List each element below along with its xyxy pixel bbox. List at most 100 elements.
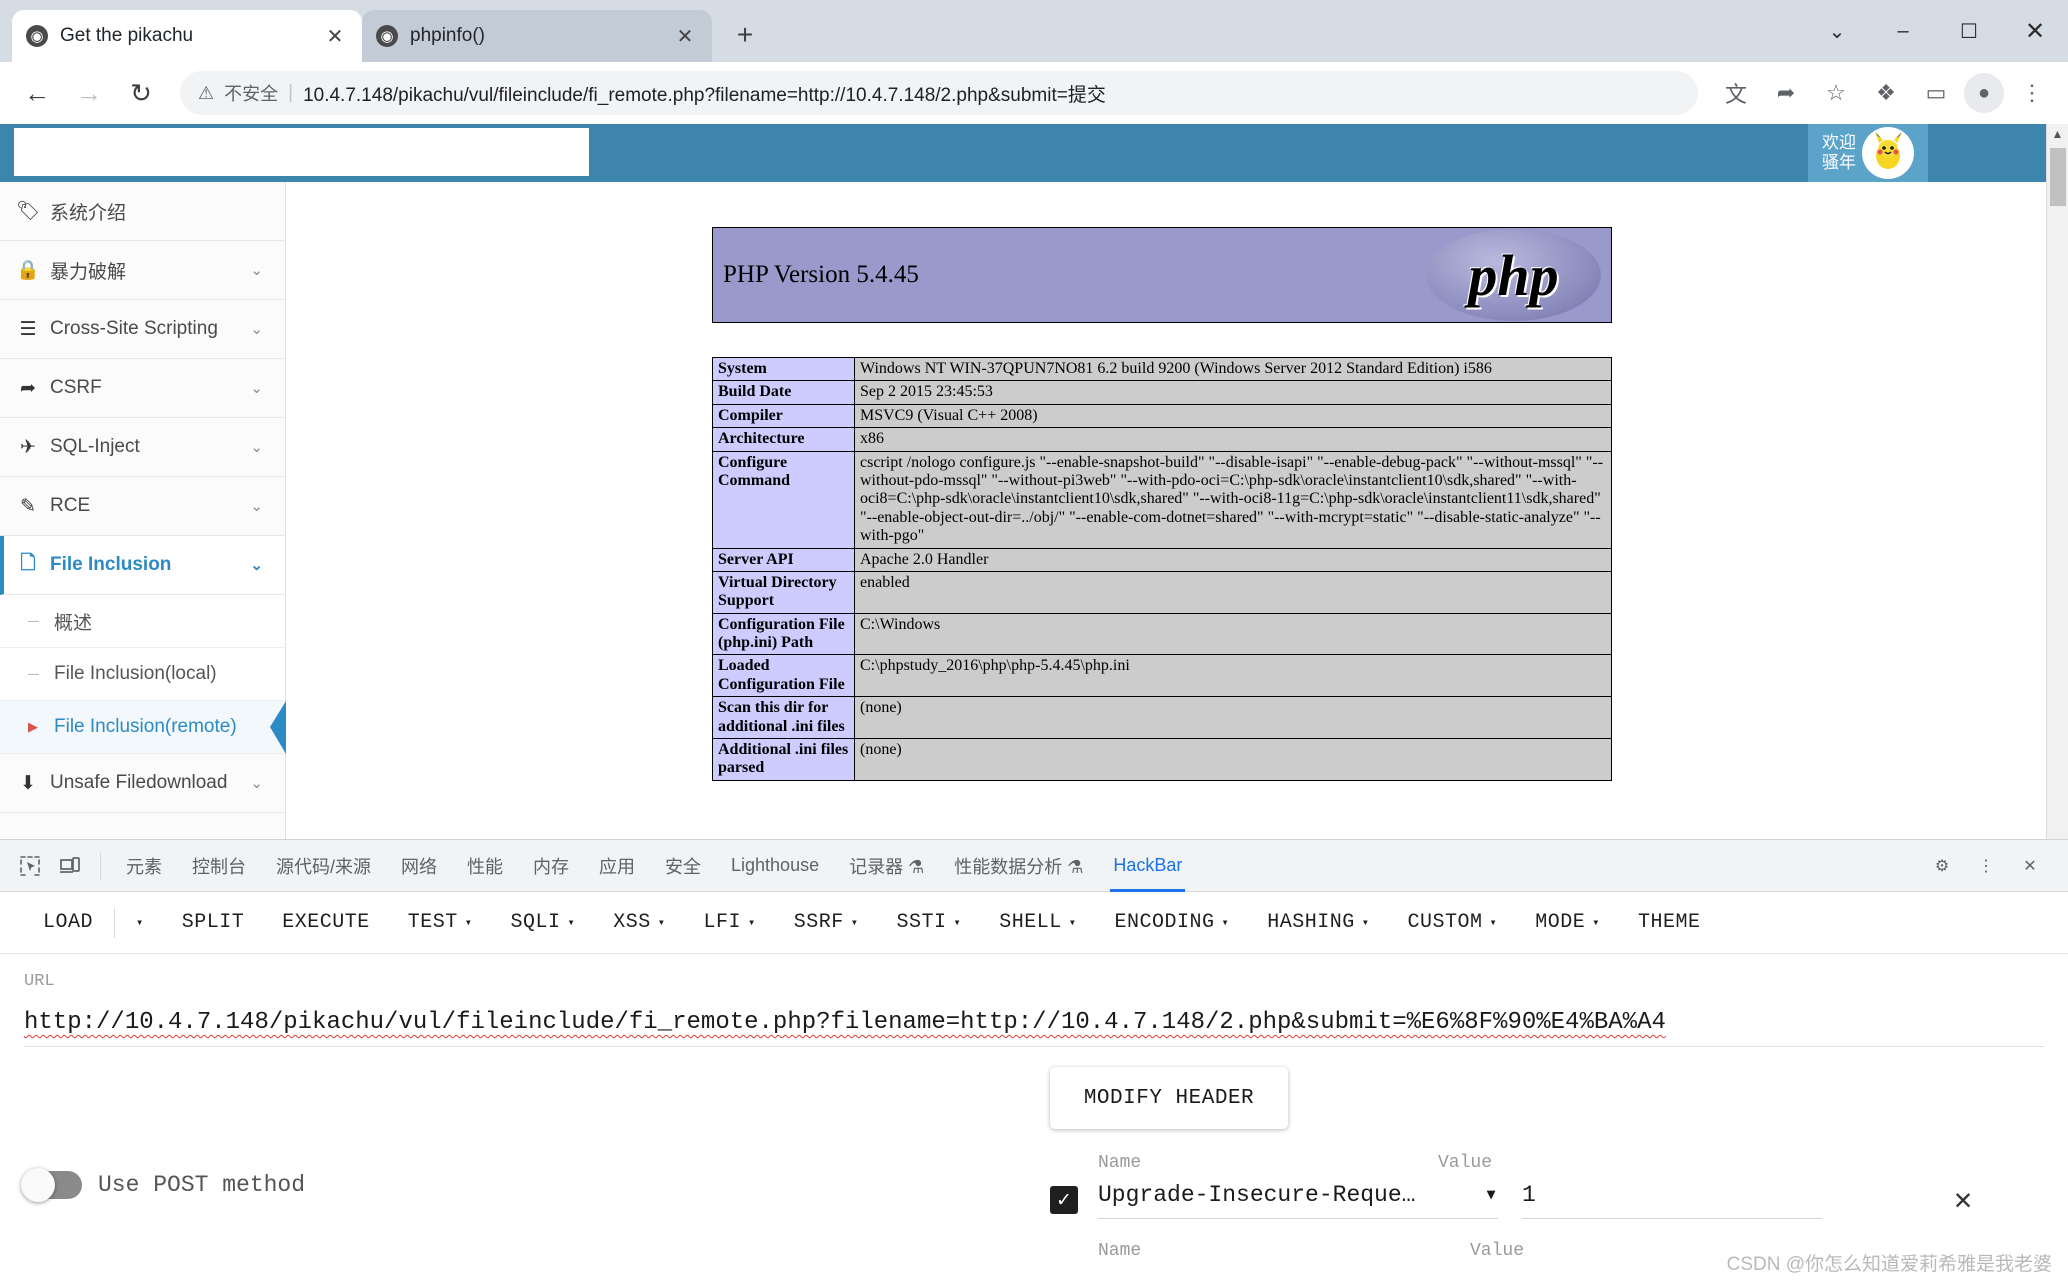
sidebar-item-rce[interactable]: ✎ RCE ⌄: [0, 477, 285, 536]
device-svg: [60, 856, 80, 873]
header-name-label-empty: Name: [1098, 1241, 1142, 1261]
chevron-down-icon: ⌄: [250, 439, 263, 456]
tab-security[interactable]: 安全: [650, 840, 716, 892]
tab-memory[interactable]: 内存: [518, 840, 584, 892]
settings-gear-icon[interactable]: ⚙: [1922, 846, 1962, 886]
tab-search-icon[interactable]: ⌄: [1804, 0, 1870, 62]
chevron-down-icon: ▾: [657, 916, 666, 930]
hackbar-ssrf-menu[interactable]: SSRF ▾: [775, 892, 878, 953]
chevron-down-icon: ⌄: [250, 557, 263, 574]
modify-header-button[interactable]: MODIFY HEADER: [1050, 1067, 1288, 1129]
sidebar-item-xss[interactable]: ☰ Cross-Site Scripting ⌄: [0, 300, 285, 359]
inspect-element-icon[interactable]: [10, 846, 50, 886]
devtools-more-icon[interactable]: ⋮: [1966, 846, 2006, 886]
chevron-down-icon: ⌄: [250, 498, 263, 515]
vscroll-thumb[interactable]: [2049, 148, 2066, 206]
sidebar-item-brute-force[interactable]: 🔒 暴力破解 ⌄: [0, 241, 285, 300]
share-icon[interactable]: ➦: [1764, 71, 1808, 115]
page-vertical-scrollbar[interactable]: ▲: [2046, 124, 2068, 839]
device-toolbar-icon[interactable]: [50, 846, 90, 886]
row-value: (none): [854, 696, 1612, 740]
tab-hackbar[interactable]: HackBar: [1098, 840, 1197, 892]
hackbar-theme-menu[interactable]: THEME: [1619, 892, 1720, 953]
chrome-menu-icon[interactable]: ⋮: [2010, 71, 2054, 115]
hackbar-menu-label: MODE: [1535, 911, 1586, 934]
header-enable-checkbox[interactable]: ✓: [1050, 1186, 1078, 1214]
sidebar-subitem-file-inclusion-local[interactable]: ─ File Inclusion(local): [0, 648, 285, 701]
extensions-puzzle-icon[interactable]: ❖: [1864, 71, 1908, 115]
side-panel-icon[interactable]: ▭: [1914, 71, 1958, 115]
hackbar-load-dropdown[interactable]: ▾: [117, 892, 163, 953]
page-body: 🏷 系统介绍 🔒 暴力破解 ⌄ ☰ Cross-Site Scripting ⌄: [0, 182, 2046, 839]
forward-button[interactable]: →: [66, 70, 112, 116]
use-post-method-row[interactable]: Use POST method: [21, 1083, 305, 1286]
hackbar-panel: LOAD ▾ SPLIT EXECUTE TEST ▾ SQLI ▾ XSS ▾ LF…: [0, 892, 2068, 1286]
tab-recorder[interactable]: 记录器 ⚗: [834, 840, 939, 892]
minimize-button[interactable]: –: [1870, 0, 1936, 62]
profile-avatar-icon[interactable]: ●: [1964, 73, 2004, 113]
hackbar-hashing-menu[interactable]: HASHING ▾: [1248, 892, 1388, 953]
hackbar-sqli-menu[interactable]: SQLI ▾: [492, 892, 595, 953]
hackbar-mode-menu[interactable]: MODE ▾: [1516, 892, 1619, 953]
hackbar-load-button[interactable]: LOAD: [24, 892, 112, 953]
table-row: Configuration File (php.ini) Path C:\Wind…: [712, 612, 1612, 656]
row-key: Loaded Configuration File: [712, 654, 855, 698]
use-post-method-toggle[interactable]: [21, 1167, 82, 1202]
tab-performance-insights[interactable]: 性能数据分析 ⚗: [939, 840, 1098, 892]
tab-sources[interactable]: 源代码/来源: [261, 840, 386, 892]
hackbar-menu-label: ENCODING: [1114, 911, 1215, 934]
sidebar-item-csrf[interactable]: ➦ CSRF ⌄: [0, 359, 285, 418]
header-name-input[interactable]: Upgrade-Insecure-Reque… ▾: [1098, 1181, 1498, 1219]
php-logo-icon: php: [1426, 229, 1601, 321]
tab-close-icon[interactable]: ✕: [672, 24, 698, 49]
tab-performance[interactable]: 性能: [452, 840, 518, 892]
bookmark-star-icon[interactable]: ☆: [1814, 71, 1858, 115]
browser-tab-0[interactable]: ◉ Get the pikachu ✕: [12, 10, 362, 62]
sidebar-item-file-inclusion[interactable]: 🗋 File Inclusion ⌄: [0, 536, 285, 595]
hackbar-lower-section: Use POST method MODIFY HEADER Name Value…: [0, 1047, 2068, 1286]
reload-button[interactable]: ↻: [118, 70, 164, 116]
hackbar-ssti-menu[interactable]: SSTI ▾: [878, 892, 981, 953]
back-button[interactable]: ←: [14, 70, 60, 116]
tab-application[interactable]: 应用: [584, 840, 650, 892]
devtools-close-icon[interactable]: ✕: [2010, 846, 2050, 886]
hackbar-xss-menu[interactable]: XSS ▾: [594, 892, 684, 953]
url-input[interactable]: http://10.4.7.148/pikachu/vul/fileinclud…: [24, 1009, 2044, 1047]
tab-close-icon[interactable]: ✕: [322, 24, 348, 49]
chevron-down-icon: ▾: [464, 916, 473, 930]
tab-network[interactable]: 网络: [386, 840, 452, 892]
hackbar-execute-button[interactable]: EXECUTE: [263, 892, 389, 953]
translate-icon[interactable]: 文: [1714, 71, 1758, 115]
close-window-button[interactable]: ✕: [2002, 0, 2068, 62]
hackbar-encoding-menu[interactable]: ENCODING ▾: [1096, 892, 1249, 953]
hackbar-shell-menu[interactable]: SHELL ▾: [980, 892, 1095, 953]
tab-console[interactable]: 控制台: [177, 840, 261, 892]
not-secure-warning-icon: ⚠: [198, 82, 215, 103]
sidebar-item-system-intro[interactable]: 🏷 系统介绍: [0, 182, 285, 241]
sidebar-item-label: Cross-Site Scripting: [50, 318, 218, 339]
globe-icon: ◉: [376, 25, 398, 47]
tab-elements[interactable]: 元素: [111, 840, 177, 892]
address-bar[interactable]: ⚠ 不安全 | 10.4.7.148/pikachu/vul/fileinclu…: [180, 71, 1698, 115]
hackbar-test-menu[interactable]: TEST ▾: [389, 892, 492, 953]
tab-lighthouse[interactable]: Lighthouse: [716, 840, 834, 892]
row-key: Build Date: [712, 380, 855, 405]
hackbar-split-button[interactable]: SPLIT: [163, 892, 264, 953]
new-tab-button[interactable]: +: [722, 12, 768, 58]
sidebar-item-sql-inject[interactable]: ✈ SQL-Inject ⌄: [0, 418, 285, 477]
chevron-down-icon: ▾: [1361, 916, 1370, 930]
hackbar-lfi-menu[interactable]: LFI ▾: [685, 892, 775, 953]
sidebar-subitem-file-inclusion-remote[interactable]: ▶ File Inclusion(remote): [0, 701, 286, 754]
omnibox-divider: |: [288, 82, 294, 103]
welcome-text: 欢迎 骚年: [1822, 133, 1856, 173]
scroll-up-icon[interactable]: ▲: [2052, 124, 2064, 144]
remove-header-icon[interactable]: ✕: [1954, 1182, 1972, 1219]
hackbar-custom-menu[interactable]: CUSTOM ▾: [1389, 892, 1517, 953]
sidebar-item-unsafe-filedownload[interactable]: ⬇ Unsafe Filedownload ⌄: [0, 754, 285, 813]
php-version-title: PHP Version 5.4.45: [723, 261, 919, 288]
browser-tab-1[interactable]: ◉ phpinfo() ✕: [362, 10, 712, 62]
maximize-button[interactable]: ☐: [1936, 0, 2002, 62]
sidebar-subitem-overview[interactable]: ─ 概述: [0, 595, 285, 648]
chevron-down-icon[interactable]: ▾: [1484, 1181, 1498, 1208]
header-value-input[interactable]: 1: [1522, 1182, 1822, 1219]
